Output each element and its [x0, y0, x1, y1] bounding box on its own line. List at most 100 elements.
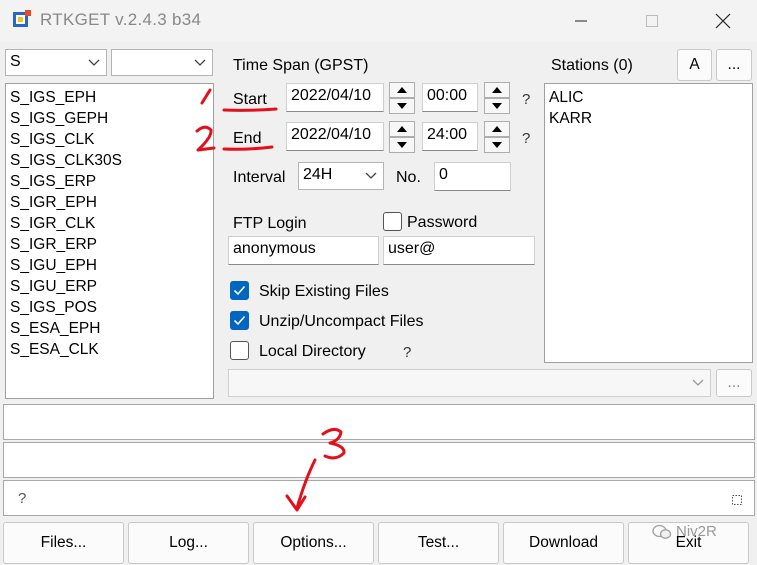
stations-a-button[interactable]: A	[677, 49, 712, 81]
skip-existing-checkbox[interactable]	[230, 281, 249, 300]
interval-label: Interval	[233, 169, 286, 186]
interval-combo[interactable]: 24H	[298, 162, 384, 190]
product-subtype-combo[interactable]	[111, 49, 213, 76]
status-line-2	[3, 442, 755, 478]
product-list-item[interactable]: S_IGR_EPH	[6, 192, 213, 213]
options-button[interactable]: Options...	[253, 522, 374, 564]
product-type-value: S	[10, 53, 21, 70]
directory-combo[interactable]	[228, 369, 711, 397]
triangle-up-icon	[397, 87, 407, 93]
product-list[interactable]: S_IGS_EPH S_IGS_GEPH S_IGS_CLK S_IGS_CLK30S…	[5, 83, 214, 399]
status-line-1	[3, 404, 755, 440]
status-line-3-text: ?	[18, 490, 27, 507]
spin-up-button[interactable]	[484, 82, 510, 98]
annotation-underline-start	[222, 107, 278, 112]
local-directory-label: Local Directory	[259, 343, 366, 360]
product-list-item[interactable]: S_IGS_CLK	[6, 129, 213, 150]
end-label: End	[233, 130, 262, 147]
watermark-text: Niv2R	[676, 523, 717, 540]
spin-down-button[interactable]	[484, 98, 510, 114]
ftp-password-value: user@	[388, 240, 436, 257]
stations-label: Stations (0)	[551, 57, 633, 74]
time-span-label: Time Span (GPST)	[233, 57, 369, 74]
product-list-item[interactable]: S_IGS_EPH	[6, 87, 213, 108]
ftp-user-field[interactable]: anonymous	[228, 236, 379, 265]
no-field[interactable]: 0	[434, 162, 511, 191]
log-button[interactable]: Log...	[128, 522, 249, 564]
local-directory-help[interactable]: ?	[403, 344, 411, 361]
stations-more-button[interactable]: ...	[716, 49, 752, 81]
spin-up-button[interactable]	[484, 121, 510, 137]
minimize-icon	[575, 20, 587, 22]
close-button[interactable]	[700, 0, 746, 42]
close-icon	[715, 13, 731, 29]
end-time-field[interactable]: 24:00	[422, 122, 478, 151]
spin-down-button[interactable]	[389, 137, 415, 153]
start-time-field[interactable]: 00:00	[422, 83, 478, 112]
files-button[interactable]: Files...	[3, 522, 124, 564]
end-help[interactable]: ?	[522, 130, 530, 147]
product-list-item[interactable]: S_IGR_CLK	[6, 213, 213, 234]
spin-down-button[interactable]	[389, 98, 415, 114]
product-list-item[interactable]: S_IGS_ERP	[6, 171, 213, 192]
end-time-value: 24:00	[427, 126, 468, 143]
maximize-button[interactable]	[629, 0, 675, 42]
triangle-down-icon	[397, 103, 407, 109]
end-time-spinner[interactable]	[484, 121, 510, 153]
start-time-value: 00:00	[427, 87, 468, 104]
start-date-field[interactable]: 2022/04/10	[286, 83, 384, 112]
start-date-spinner[interactable]	[389, 82, 415, 114]
triangle-down-icon	[492, 142, 502, 148]
checkmark-icon	[233, 315, 246, 326]
product-list-item[interactable]: S_IGR_ERP	[6, 234, 213, 255]
product-list-item[interactable]: S_IGS_CLK30S	[6, 150, 213, 171]
unzip-checkbox[interactable]	[230, 311, 249, 330]
chevron-down-icon	[194, 59, 206, 66]
start-time-spinner[interactable]	[484, 82, 510, 114]
skip-existing-label: Skip Existing Files	[259, 283, 389, 300]
minimize-button[interactable]	[558, 0, 604, 42]
end-date-field[interactable]: 2022/04/10	[286, 122, 384, 151]
maximize-icon	[646, 15, 658, 27]
start-label: Start	[233, 91, 267, 108]
product-type-combo[interactable]: S	[5, 49, 107, 76]
status-line-3: ?	[3, 480, 755, 516]
password-checkbox[interactable]	[383, 212, 402, 231]
interval-value: 24H	[303, 166, 333, 183]
station-list-item[interactable]: ALIC	[545, 87, 752, 108]
ftp-password-field[interactable]: user@	[383, 236, 535, 265]
ftp-user-value: anonymous	[233, 240, 316, 257]
product-list-item[interactable]: S_IGS_GEPH	[6, 108, 213, 129]
resize-grip-icon	[732, 495, 742, 505]
watermark: Niv2R	[652, 523, 717, 540]
spin-up-button[interactable]	[389, 121, 415, 137]
triangle-down-icon	[492, 103, 502, 109]
local-directory-checkbox[interactable]	[230, 341, 249, 360]
password-label: Password	[407, 214, 478, 231]
wechat-icon	[652, 524, 672, 539]
chevron-down-icon	[692, 379, 704, 386]
chevron-down-icon	[88, 59, 100, 66]
download-button[interactable]: Download	[503, 522, 624, 564]
product-list-item[interactable]: S_IGU_EPH	[6, 255, 213, 276]
unzip-label: Unzip/Uncompact Files	[259, 313, 424, 330]
stations-list[interactable]: ALIC KARR	[544, 83, 753, 363]
product-list-item[interactable]: S_IGU_ERP	[6, 276, 213, 297]
app-icon	[13, 10, 31, 27]
product-list-item[interactable]: S_ESA_EPH	[6, 318, 213, 339]
window-title: RTKGET v.2.4.3 b34	[40, 10, 202, 29]
start-help[interactable]: ?	[522, 91, 530, 108]
product-list-item[interactable]: S_IGS_POS	[6, 297, 213, 318]
directory-browse-button[interactable]: ...	[716, 369, 752, 397]
triangle-up-icon	[397, 126, 407, 132]
chevron-down-icon	[365, 172, 377, 179]
start-date-value: 2022/04/10	[291, 87, 372, 104]
triangle-up-icon	[492, 87, 502, 93]
end-date-spinner[interactable]	[389, 121, 415, 153]
product-list-item[interactable]: S_ESA_CLK	[6, 339, 213, 360]
spin-up-button[interactable]	[389, 82, 415, 98]
no-value: 0	[439, 166, 448, 183]
station-list-item[interactable]: KARR	[545, 108, 752, 129]
spin-down-button[interactable]	[484, 137, 510, 153]
test-button[interactable]: Test...	[378, 522, 499, 564]
